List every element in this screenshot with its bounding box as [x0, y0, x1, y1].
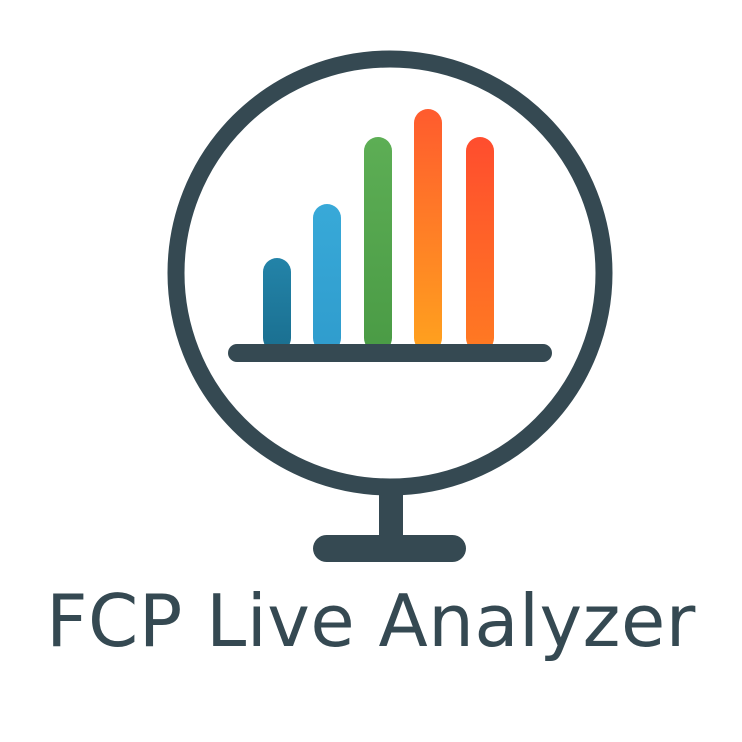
stand-neck	[379, 486, 403, 542]
logo-wordmark: FCP Live Analyzer	[46, 579, 696, 663]
bar-1	[263, 258, 291, 352]
chart-baseline	[228, 344, 552, 362]
bar-group	[263, 109, 494, 352]
bar-3	[364, 137, 392, 352]
bar-5	[466, 137, 494, 352]
stand-base	[313, 535, 466, 562]
bar-2	[313, 204, 341, 352]
bar-4	[414, 109, 442, 352]
logo-canvas: FCP Live Analyzer	[0, 0, 742, 742]
